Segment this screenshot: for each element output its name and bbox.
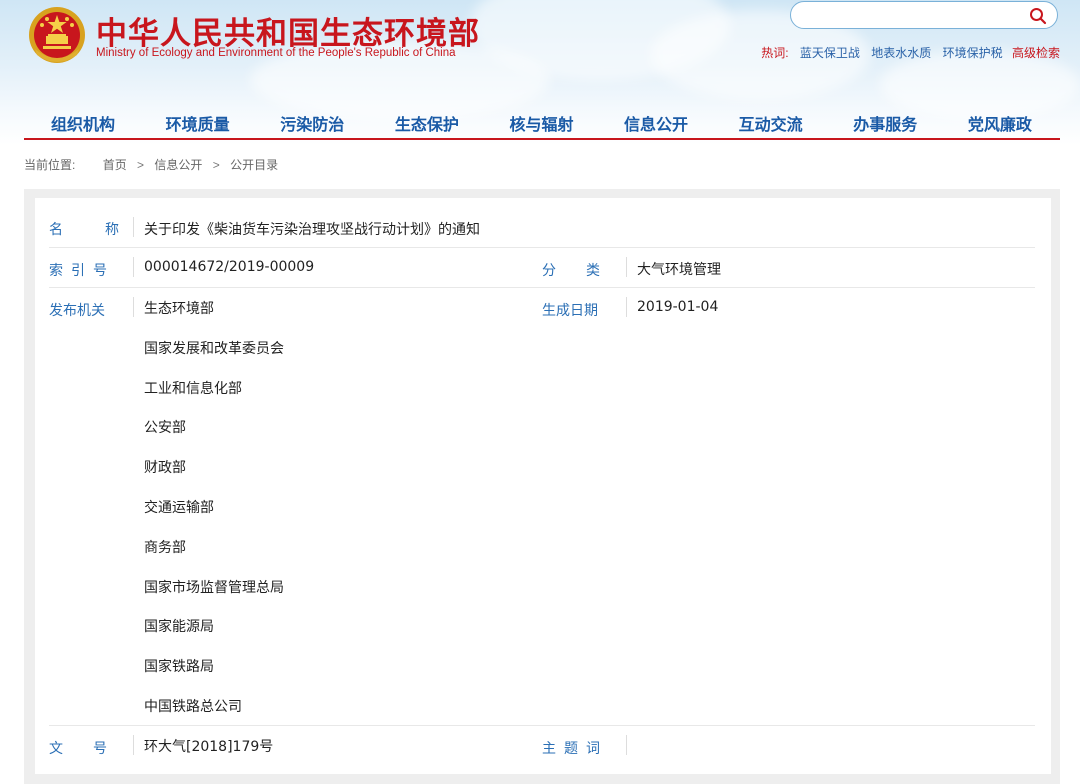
doc-issuer-list: 生态环境部 国家发展和改革委员会 工业和信息化部 公安部 财政部 交通运输部 商… (144, 299, 284, 737)
doc-number-row: 文号 环大气[2018]179号 主题词 (49, 726, 1035, 766)
breadcrumb: 当前位置: 首页 > 信息公开 > 公开目录 (24, 156, 278, 173)
advanced-search-link[interactable]: 高级检索 (1012, 46, 1060, 60)
hotwords-bar: 热词: 蓝天保卫战 地表水水质 环境保护税 高级检索 (753, 44, 1060, 61)
issuer-item: 国家发展和改革委员会 (144, 340, 284, 357)
breadcrumb-home[interactable]: 首页 (103, 158, 127, 172)
nav-item-organization[interactable]: 组织机构 (51, 110, 115, 138)
search-icon[interactable] (1029, 7, 1047, 25)
doc-category-label: 分类 (542, 263, 600, 279)
site-subtitle: Ministry of Ecology and Environment of t… (96, 47, 456, 59)
doc-number-label: 文号 (49, 741, 107, 757)
doc-index-label: 索引号 (49, 263, 107, 279)
doc-name-label: 名称 (49, 222, 119, 238)
site-header: 中华人民共和国生态环境部 Ministry of Ecology and Env… (0, 0, 1080, 145)
breadcrumb-info-disclosure[interactable]: 信息公开 (154, 158, 202, 172)
doc-issuer-label: 发布机关 (49, 303, 105, 319)
doc-name-row: 名称 关于印发《柴油货车污染治理攻坚战行动计划》的通知 (49, 209, 1035, 248)
issuer-item: 公安部 (144, 420, 186, 437)
issuer-item: 工业和信息化部 (144, 380, 242, 397)
divider (133, 297, 134, 317)
hotword-link[interactable]: 环境保护税 (943, 46, 1003, 60)
nav-item-nuclear-radiation[interactable]: 核与辐射 (509, 110, 573, 138)
divider (626, 735, 627, 755)
nav-item-party-conduct[interactable]: 党风廉政 (968, 110, 1032, 138)
nav-item-interaction[interactable]: 互动交流 (739, 110, 803, 138)
main-nav: 组织机构 环境质量 污染防治 生态保护 核与辐射 信息公开 互动交流 办事服务 … (24, 110, 1060, 140)
issuer-item: 国家能源局 (144, 619, 214, 636)
nav-item-info-disclosure[interactable]: 信息公开 (624, 110, 688, 138)
doc-index-value: 000014672/2019-00009 (144, 259, 315, 275)
doc-issuer-row: 发布机关 生态环境部 国家发展和改革委员会 工业和信息化部 公安部 财政部 交通… (49, 288, 1035, 726)
issuer-item: 国家市场监督管理总局 (144, 579, 284, 596)
doc-name-value: 关于印发《柴油货车污染治理攻坚战行动计划》的通知 (144, 222, 480, 238)
nav-item-services[interactable]: 办事服务 (853, 110, 917, 138)
doc-keywords-label: 主题词 (542, 741, 600, 757)
breadcrumb-separator: > (137, 158, 145, 172)
document-info-panel: 名称 关于印发《柴油货车污染治理攻坚战行动计划》的通知 索引号 00001467… (35, 198, 1051, 774)
breadcrumb-catalog[interactable]: 公开目录 (230, 158, 278, 172)
hotword-link[interactable]: 地表水水质 (871, 46, 931, 60)
issuer-item: 交通运输部 (144, 499, 214, 516)
doc-date-value: 2019-01-04 (637, 299, 719, 315)
hotwords-label: 热词: (761, 46, 789, 60)
search-input[interactable] (790, 1, 1058, 29)
hotword-link[interactable]: 蓝天保卫战 (800, 46, 860, 60)
breadcrumb-label: 当前位置: (24, 158, 76, 172)
issuer-item: 国家铁路局 (144, 659, 214, 676)
doc-date-label: 生成日期 (542, 303, 598, 319)
doc-index-row: 索引号 000014672/2019-00009 分类 大气环境管理 (49, 248, 1035, 288)
divider (626, 257, 627, 277)
doc-number-value: 环大气[2018]179号 (144, 739, 274, 755)
divider (133, 735, 134, 755)
issuer-item: 财政部 (144, 460, 186, 477)
doc-category-value: 大气环境管理 (637, 262, 721, 278)
divider (626, 297, 627, 317)
issuer-item: 生态环境部 (144, 301, 214, 317)
breadcrumb-separator: > (212, 158, 220, 172)
nav-item-ecology-protection[interactable]: 生态保护 (395, 110, 459, 138)
nav-item-pollution-control[interactable]: 污染防治 (280, 110, 344, 138)
nav-item-environment-quality[interactable]: 环境质量 (166, 110, 230, 138)
divider (133, 217, 134, 237)
divider (133, 257, 134, 277)
national-emblem-icon (29, 7, 85, 63)
issuer-item: 商务部 (144, 539, 186, 556)
